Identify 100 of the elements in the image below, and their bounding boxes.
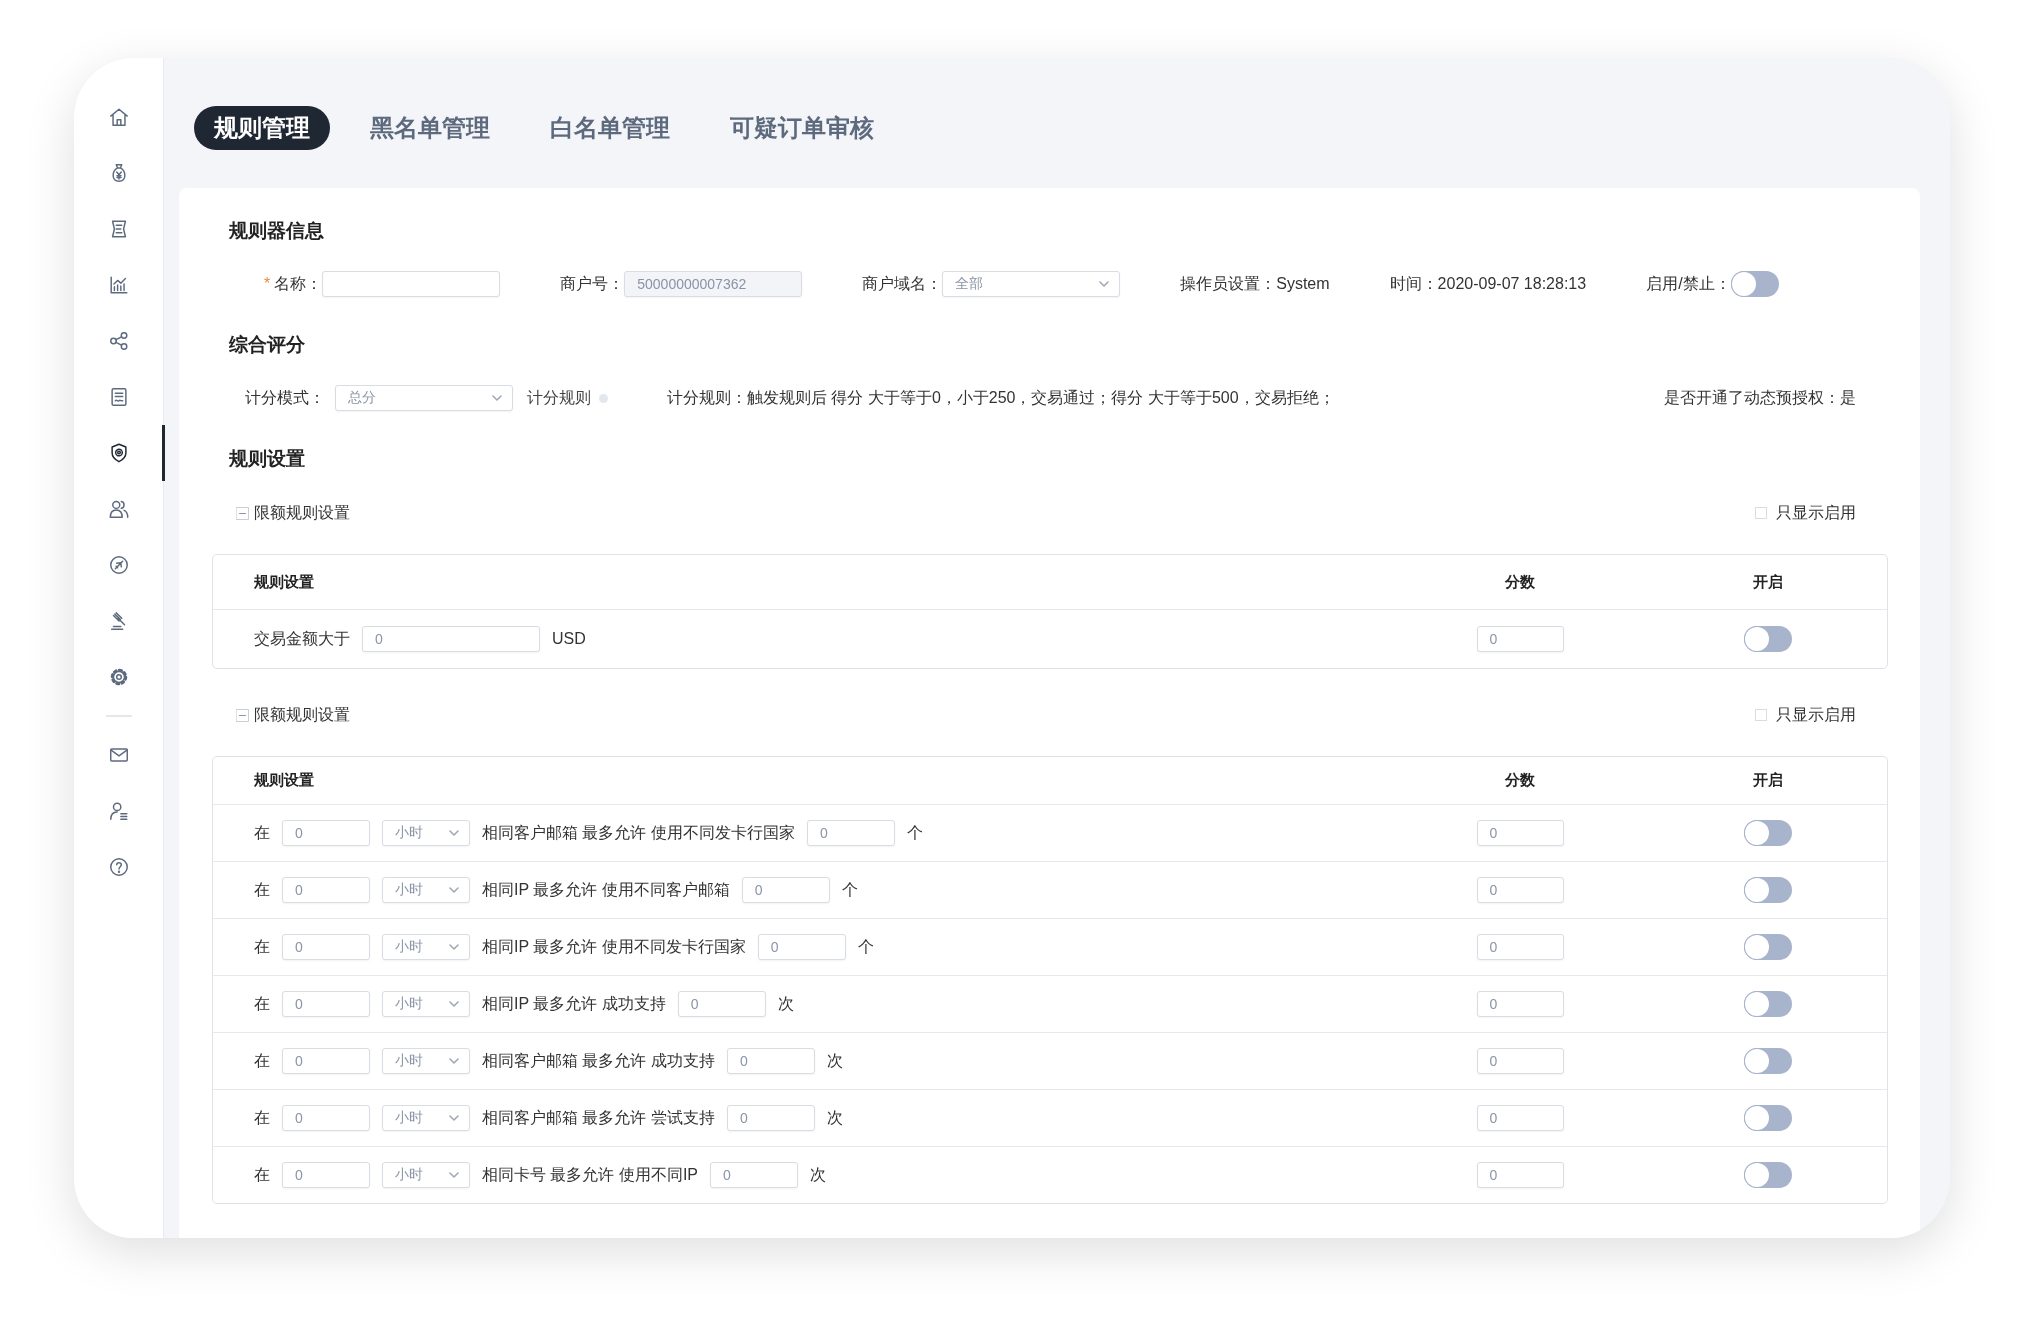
- rule-description: 计分规则：触发规则后 得分 大于等于0，小于250，交易通过；得分 大于等于500，交易拒绝；: [667, 387, 1335, 408]
- tab[interactable]: 黑名单管理: [350, 106, 510, 150]
- chevron-icon: [449, 1115, 459, 1121]
- input-field[interactable]: 0: [1476, 1048, 1564, 1074]
- info-text: 时间：2020-09-07 18:28:13: [1389, 273, 1587, 294]
- plane-icon[interactable]: [107, 554, 130, 576]
- toggle-switch[interactable]: [1744, 1048, 1792, 1074]
- help-icon[interactable]: [107, 856, 130, 878]
- input-field[interactable]: 0: [806, 820, 895, 846]
- input-field[interactable]: 0: [757, 934, 846, 960]
- toggle-switch[interactable]: [1744, 820, 1792, 846]
- column-header: 开启: [1753, 771, 1783, 790]
- toggle-switch[interactable]: [1744, 991, 1792, 1017]
- section-title: 规则器信息: [228, 219, 324, 243]
- input-field[interactable]: 0: [726, 1048, 815, 1074]
- rule-text: 在: [254, 879, 270, 900]
- rule-text: 次: [777, 993, 794, 1014]
- dropdown[interactable]: 小时: [382, 1048, 470, 1074]
- rule-text: 相同客户邮箱 最多允许 使用不同发卡行国家: [482, 822, 795, 843]
- column-header: 分数: [1505, 771, 1535, 790]
- toggle-switch[interactable]: [1744, 1162, 1792, 1188]
- input-field[interactable]: 0: [282, 991, 370, 1017]
- user-list-icon[interactable]: [107, 800, 130, 822]
- checkbox[interactable]: [1755, 507, 1767, 519]
- field-label: 商户号：: [560, 273, 625, 294]
- toggle-switch[interactable]: [1744, 934, 1792, 960]
- share-icon[interactable]: [107, 330, 130, 352]
- required-mark: *: [264, 275, 271, 293]
- section-title: 规则设置: [228, 447, 305, 471]
- tab[interactable]: 可疑订单审核: [710, 106, 894, 150]
- rule-text: 在: [254, 1107, 270, 1128]
- tab[interactable]: 规则管理: [194, 106, 330, 150]
- input-field[interactable]: 0: [677, 991, 766, 1017]
- input-field[interactable]: 0: [282, 934, 370, 960]
- dropdown[interactable]: 总分: [335, 385, 513, 411]
- field-label: 商户域名：: [862, 273, 943, 294]
- column-header: 规则设置: [254, 771, 314, 790]
- dropdown[interactable]: 小时: [382, 877, 470, 903]
- input-field[interactable]: [322, 271, 501, 297]
- info-text: 操作员设置：System: [1180, 273, 1330, 294]
- dropdown[interactable]: 小时: [382, 934, 470, 960]
- input-field[interactable]: 0: [362, 626, 540, 652]
- rule-text: 相同卡号 最多允许 使用不同IP: [482, 1164, 698, 1185]
- input-field[interactable]: 0: [1476, 1162, 1564, 1188]
- column-header: 分数: [1505, 572, 1535, 592]
- dropdown[interactable]: 小时: [382, 820, 470, 846]
- rule-text: 个: [857, 936, 874, 957]
- input-field[interactable]: 0: [282, 877, 370, 903]
- tab[interactable]: 白名单管理: [530, 106, 690, 150]
- group-label: 限额规则设置: [254, 502, 350, 523]
- chevron-icon: [449, 1001, 459, 1007]
- input-field[interactable]: 0: [1476, 877, 1564, 903]
- input-field[interactable]: 0: [282, 820, 370, 846]
- input-field[interactable]: 0: [1476, 820, 1564, 846]
- input-field[interactable]: 0: [710, 1162, 798, 1188]
- collapse-icon[interactable]: [236, 506, 249, 520]
- input-field[interactable]: 0: [1476, 934, 1564, 960]
- dropdown[interactable]: 小时: [382, 1105, 470, 1131]
- rule-text: 相同IP 最多允许 使用不同发卡行国家: [482, 936, 746, 957]
- rule-text: 相同IP 最多允许 使用不同客户邮箱: [482, 879, 730, 900]
- rule-text: 相同客户邮箱 最多允许 成功支持: [482, 1050, 715, 1071]
- checkbox[interactable]: [1755, 709, 1767, 721]
- collapse-icon[interactable]: [236, 708, 249, 722]
- people-icon[interactable]: [107, 498, 130, 520]
- rule-text: 个: [841, 879, 858, 900]
- chevron-icon: [449, 887, 459, 893]
- input-field[interactable]: 0: [282, 1162, 370, 1188]
- dropdown[interactable]: 全部: [942, 271, 1121, 297]
- input-field[interactable]: 0: [1476, 626, 1564, 652]
- input-field[interactable]: 0: [741, 877, 830, 903]
- rule-text: 次: [826, 1050, 843, 1071]
- home-icon[interactable]: [107, 106, 130, 128]
- rule-text: 个: [906, 822, 923, 843]
- input-field[interactable]: 0: [282, 1105, 370, 1131]
- input-field[interactable]: 0: [726, 1105, 815, 1131]
- chart-icon[interactable]: [107, 274, 130, 296]
- rule-text: USD: [552, 630, 586, 648]
- chevron-icon: [449, 830, 459, 836]
- toggle-switch[interactable]: [1730, 271, 1779, 297]
- field-label: 启用/禁止：: [1646, 273, 1731, 294]
- field-label: 计分模式：: [245, 387, 325, 408]
- rule-text: 在: [254, 936, 270, 957]
- rule-text: 交易金额大于: [254, 628, 350, 649]
- checkbox-label: 只显示启用: [1776, 704, 1856, 725]
- group-label: 限额规则设置: [254, 704, 350, 725]
- input-field[interactable]: 0: [282, 1048, 370, 1074]
- toggle-switch[interactable]: [1744, 1105, 1792, 1131]
- input-field[interactable]: 0: [1476, 1105, 1564, 1131]
- dropdown[interactable]: 小时: [382, 991, 470, 1017]
- rule-text: 在: [254, 1164, 270, 1185]
- rule-text: 相同客户邮箱 最多允许 尝试支持: [482, 1107, 715, 1128]
- toggle-switch[interactable]: [1744, 626, 1792, 652]
- toggle-switch[interactable]: [1744, 877, 1792, 903]
- chevron-icon: [449, 1058, 459, 1064]
- preauth-status: 是否开通了动态预授权：是: [1664, 387, 1856, 408]
- column-header: 开启: [1753, 572, 1783, 592]
- rule-text: 在: [254, 1050, 270, 1071]
- input-field[interactable]: 0: [1476, 991, 1564, 1017]
- rule-text: 次: [810, 1164, 826, 1185]
- dropdown[interactable]: 小时: [382, 1162, 470, 1188]
